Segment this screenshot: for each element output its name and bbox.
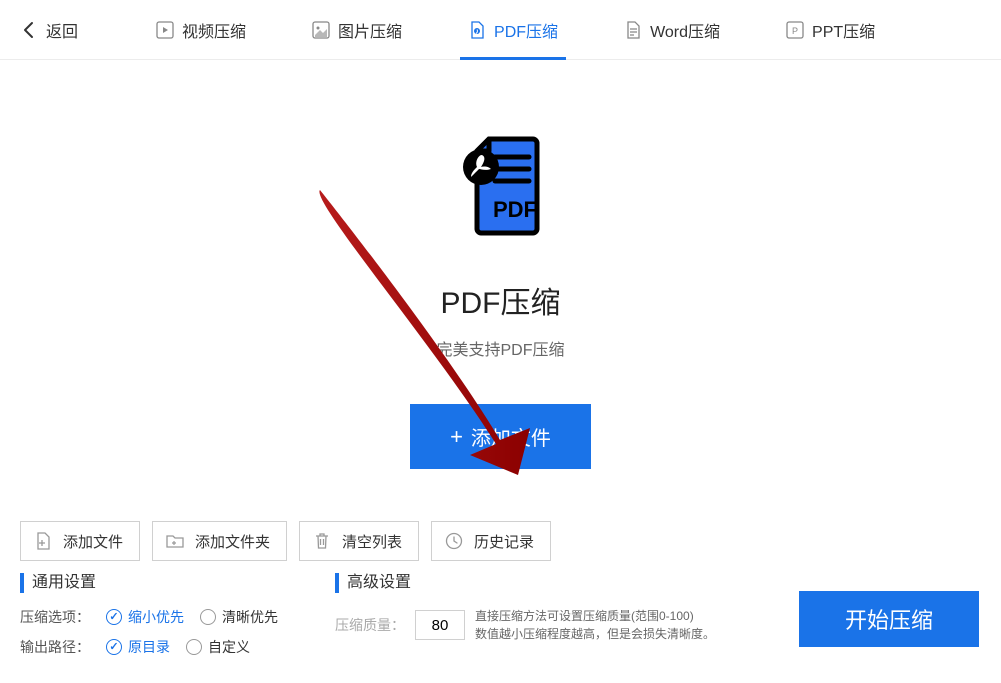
- section-title-advanced: 高级设置: [335, 573, 775, 593]
- radio-indicator: [200, 609, 216, 625]
- button-label: 清空列表: [342, 531, 402, 552]
- back-button[interactable]: 返回: [20, 18, 78, 42]
- page-subtitle: 完美支持PDF压缩: [436, 336, 564, 360]
- video-icon: [156, 21, 174, 39]
- start-label: 开始压缩: [845, 603, 933, 635]
- history-button[interactable]: 历史记录: [431, 521, 551, 561]
- tab-label: PPT压缩: [812, 18, 875, 42]
- button-label: 添加文件: [63, 531, 123, 552]
- quality-row: 压缩质量： 直接压缩方法可设置压缩质量(范围0-100) 数值越小压缩程度越高，…: [335, 607, 775, 643]
- tab-ppt[interactable]: P PPT压缩: [778, 1, 883, 59]
- section-title-general: 通用设置: [20, 573, 335, 593]
- radio-label: 原目录: [128, 637, 170, 657]
- trash-icon: [312, 531, 332, 551]
- history-icon: [444, 531, 464, 551]
- svg-text:P: P: [792, 26, 798, 36]
- radio-indicator: [106, 609, 122, 625]
- radio-shrink-priority[interactable]: 缩小优先: [106, 607, 184, 627]
- radio-label: 清晰优先: [222, 607, 278, 627]
- tab-word[interactable]: Word压缩: [616, 1, 728, 59]
- tab-image[interactable]: 图片压缩: [304, 1, 410, 59]
- quality-desc-line1: 直接压缩方法可设置压缩质量(范围0-100): [475, 607, 715, 625]
- big-icon-text: PDF: [493, 197, 537, 222]
- tabbar: 返回 视频压缩 图片压缩 PDF压缩 Word压缩 P PPT压缩: [0, 0, 1001, 60]
- radio-custom-dir[interactable]: 自定义: [186, 637, 250, 657]
- bottom-panel: 添加文件 添加文件夹 清空列表 历史记录 通用设置 压缩选项：: [0, 501, 1001, 683]
- add-file-button[interactable]: 添加文件: [20, 521, 140, 561]
- back-label: 返回: [46, 18, 78, 42]
- folder-plus-icon: [165, 531, 185, 551]
- quality-input[interactable]: [415, 610, 465, 640]
- ppt-icon: P: [786, 21, 804, 39]
- tab-label: 视频压缩: [182, 18, 246, 42]
- add-file-big-button[interactable]: + 添加文件: [410, 404, 591, 469]
- word-icon: [624, 21, 642, 39]
- output-path-label: 输出路径：: [20, 637, 90, 657]
- compress-option-label: 压缩选项：: [20, 607, 90, 627]
- bottom-buttons: 添加文件 添加文件夹 清空列表 历史记录: [20, 521, 981, 561]
- pdf-icon: [468, 21, 486, 39]
- radio-original-dir[interactable]: 原目录: [106, 637, 170, 657]
- radio-label: 缩小优先: [128, 607, 184, 627]
- tab-label: 图片压缩: [338, 18, 402, 42]
- tab-label: PDF压缩: [494, 18, 558, 42]
- quality-label: 压缩质量：: [335, 615, 405, 635]
- start-compress-button[interactable]: 开始压缩: [799, 591, 979, 647]
- clear-list-button[interactable]: 清空列表: [299, 521, 419, 561]
- radio-indicator: [186, 639, 202, 655]
- page-title: PDF压缩: [441, 278, 561, 322]
- arrow-left-icon: [20, 20, 40, 40]
- general-settings: 通用设置 压缩选项： 缩小优先 清晰优先 输出路径： 原目录: [20, 573, 335, 667]
- output-path-row: 输出路径： 原目录 自定义: [20, 637, 335, 657]
- advanced-settings: 高级设置 压缩质量： 直接压缩方法可设置压缩质量(范围0-100) 数值越小压缩…: [335, 573, 775, 643]
- compress-option-row: 压缩选项： 缩小优先 清晰优先: [20, 607, 335, 627]
- center-area: PDF PDF压缩 完美支持PDF压缩 + 添加文件: [0, 60, 1001, 501]
- file-plus-icon: [33, 531, 53, 551]
- quality-description: 直接压缩方法可设置压缩质量(范围0-100) 数值越小压缩程度越高，但是会损失清…: [475, 607, 715, 643]
- radio-indicator: [106, 639, 122, 655]
- image-icon: [312, 21, 330, 39]
- radio-label: 自定义: [208, 637, 250, 657]
- plus-icon: +: [450, 424, 463, 450]
- quality-desc-line2: 数值越小压缩程度越高，但是会损失清晰度。: [475, 625, 715, 643]
- pdf-big-icon: PDF: [441, 125, 561, 248]
- tab-label: Word压缩: [650, 18, 720, 42]
- button-label: 添加文件夹: [195, 531, 270, 552]
- add-folder-button[interactable]: 添加文件夹: [152, 521, 287, 561]
- tab-pdf[interactable]: PDF压缩: [460, 1, 566, 59]
- button-label: 历史记录: [474, 531, 534, 552]
- add-file-big-label: 添加文件: [471, 422, 551, 451]
- radio-clear-priority[interactable]: 清晰优先: [200, 607, 278, 627]
- tab-video[interactable]: 视频压缩: [148, 1, 254, 59]
